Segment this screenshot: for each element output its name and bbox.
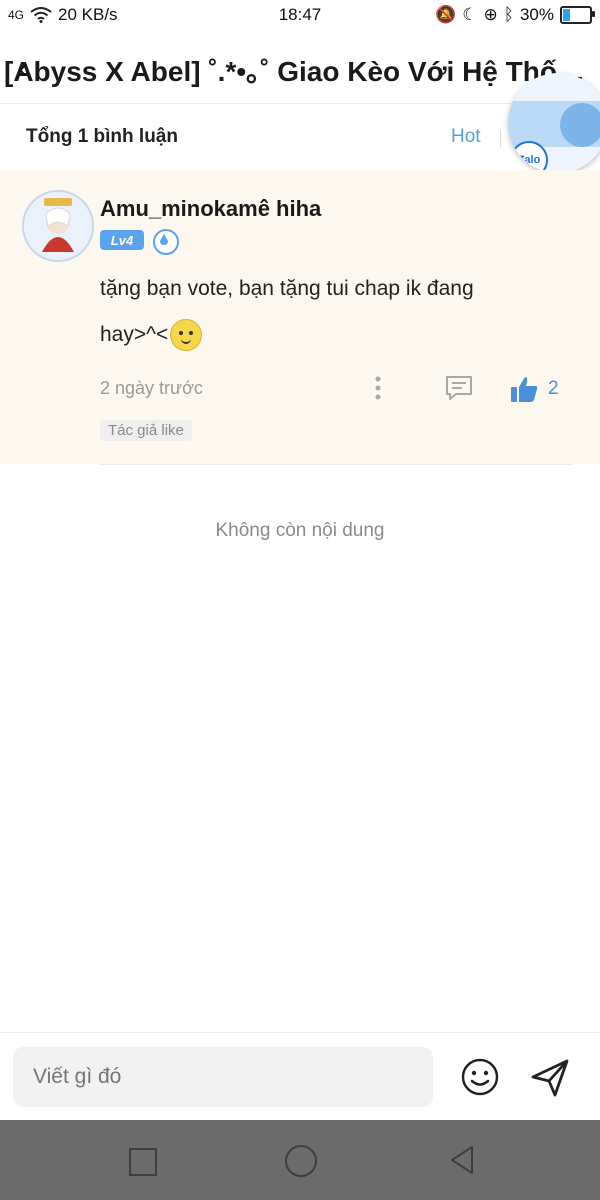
emoji-picker-icon[interactable] — [460, 1057, 500, 1097]
back-icon[interactable] — [448, 1144, 476, 1176]
status-bar: 4G 20 KB/s 18:47 🔕 ☾ ⊕ ᛒ 30% — [0, 0, 600, 32]
recents-icon[interactable] — [129, 1148, 157, 1176]
comment-input-bar — [0, 1032, 600, 1121]
end-of-list-text: Không còn nội dung — [215, 520, 385, 541]
more-options-icon[interactable] — [368, 374, 388, 402]
comment-item: Amu_minokamê hiha Lv4 tặng bạn vote, bạn… — [0, 170, 600, 464]
zalo-preview-circle — [560, 103, 600, 147]
moon-icon: ☾ — [462, 5, 478, 24]
level-badge: Lv4 — [100, 230, 144, 250]
avatar[interactable] — [22, 190, 94, 262]
back-arrow-icon[interactable]: ‹ — [18, 52, 28, 86]
send-icon[interactable] — [529, 1057, 571, 1099]
comment-input[interactable] — [13, 1047, 433, 1107]
sort-separator — [500, 130, 501, 148]
mute-icon: 🔕 — [435, 5, 457, 24]
battery-percent: 30% — [519, 5, 554, 24]
comment-text: tặng bạn vote, bạn tặng tui chap ik đang… — [100, 266, 540, 358]
lock-rotation-icon: ⊕ — [483, 5, 498, 24]
title-bar: [Abyss X Abel] ˚.*•｡˚ Giao Kèo Với Hệ Th… — [0, 36, 600, 102]
like-icon[interactable] — [508, 373, 540, 405]
comment-timestamp: 2 ngày trước — [100, 378, 203, 398]
drop-badge-icon — [153, 229, 179, 255]
zalo-bubble[interactable]: Zalo — [508, 73, 600, 173]
comment-username[interactable]: Amu_minokamê hiha — [100, 196, 321, 222]
emoji-icon — [170, 319, 203, 352]
author-like-tag: Tác giả like — [100, 420, 192, 441]
system-nav-bar — [0, 1120, 600, 1200]
reply-icon[interactable] — [444, 374, 474, 402]
zalo-logo-icon: Zalo — [510, 141, 548, 173]
home-icon[interactable] — [285, 1145, 317, 1177]
battery-icon — [560, 6, 595, 24]
sort-hot-button[interactable]: Hot — [451, 126, 481, 148]
page-title: [Abyss X Abel] ˚.*•｡˚ Giao Kèo Với Hệ Th… — [4, 56, 600, 87]
divider — [100, 464, 573, 465]
bluetooth-icon: ᛒ — [503, 5, 514, 24]
like-count: 2 — [548, 378, 559, 399]
comment-count: Tổng 1 bình luận — [26, 126, 178, 147]
